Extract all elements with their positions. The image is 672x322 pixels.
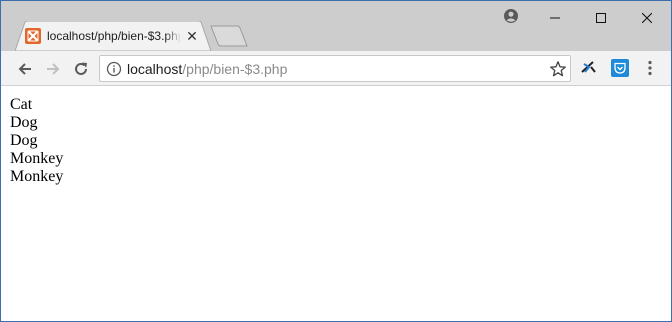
page-content: Cat Dog Dog Monkey Monkey (10, 96, 63, 186)
minimize-button[interactable] (532, 3, 578, 33)
star-icon[interactable] (549, 60, 567, 78)
profile-icon[interactable] (503, 8, 519, 24)
close-window-button[interactable] (624, 3, 670, 33)
browser-window: localhost/php/bien-$3.php ✕ localhost/ph… (0, 0, 672, 322)
new-tab-button[interactable] (210, 25, 248, 47)
output-line: Monkey (10, 150, 64, 167)
close-tab-icon[interactable]: ✕ (184, 28, 200, 44)
kebab-menu-icon[interactable] (641, 59, 659, 77)
toolbar: localhost/php/bien-$3.php (1, 51, 671, 86)
info-icon[interactable] (106, 61, 122, 77)
url-host: localhost (127, 61, 183, 77)
maximize-button[interactable] (578, 3, 624, 33)
tab-title: localhost/php/bien-$3.php (47, 28, 181, 44)
output-line: Dog (10, 114, 38, 131)
reload-button[interactable] (69, 57, 93, 81)
reload-icon (75, 62, 87, 75)
output-line: Dog (10, 132, 38, 149)
title-bar: localhost/php/bien-$3.php ✕ (1, 1, 671, 51)
forward-arrow-icon (47, 63, 60, 75)
back-button[interactable] (13, 57, 37, 81)
maximize-icon (596, 13, 606, 23)
minimize-icon (550, 17, 560, 19)
xampp-icon (25, 28, 41, 44)
address-bar[interactable]: localhost/php/bien-$3.php (99, 55, 571, 82)
close-icon (642, 13, 652, 23)
output-line: Cat (10, 96, 33, 113)
url-path: /php/bien-$3.php (182, 61, 288, 77)
forward-button[interactable] (41, 57, 65, 81)
back-arrow-icon (18, 63, 31, 75)
output-line: Monkey (10, 168, 64, 185)
url-text[interactable]: localhost/php/bien-$3.php (127, 61, 287, 77)
tab-active[interactable]: localhost/php/bien-$3.php ✕ (15, 21, 211, 51)
pocket-icon[interactable] (611, 59, 629, 77)
extension-icon[interactable] (579, 58, 599, 78)
